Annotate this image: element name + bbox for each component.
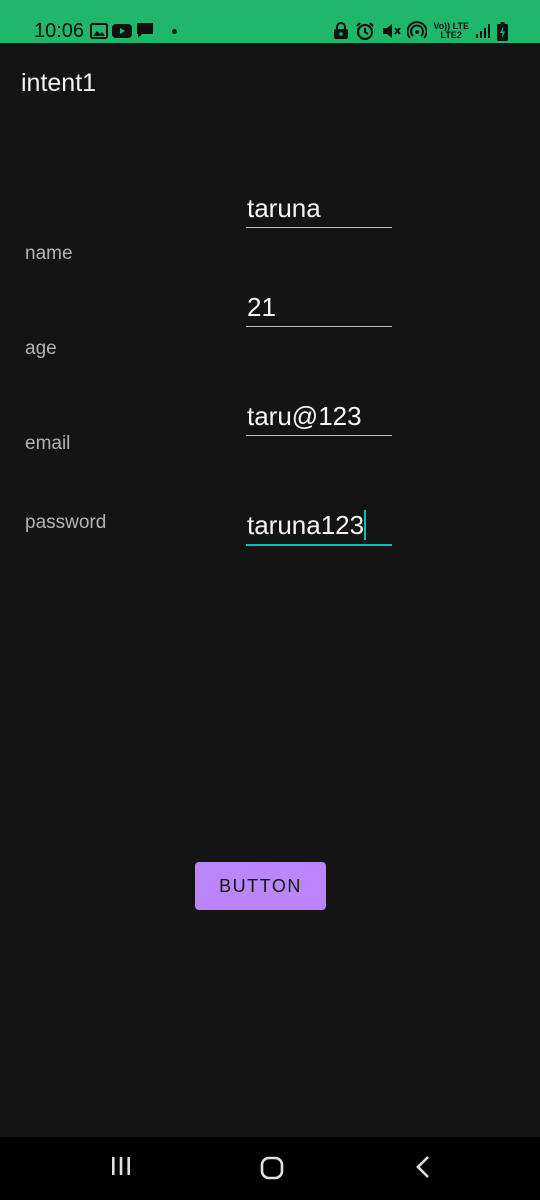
age-label: age: [25, 338, 57, 359]
email-field[interactable]: taru@123: [246, 395, 392, 436]
text-caret: [364, 510, 367, 540]
youtube-icon: [112, 24, 132, 38]
submit-button[interactable]: BUTTON: [195, 862, 326, 910]
email-label: email: [25, 433, 71, 454]
password-field-value-wrap: taruna123: [247, 510, 367, 540]
mute-icon: [383, 24, 402, 38]
battery-charging-icon: [497, 21, 508, 41]
status-left-icons: [90, 20, 177, 42]
age-field-value: 21: [247, 292, 276, 322]
hotspot-icon: [407, 21, 428, 39]
app-title: intent1: [21, 69, 97, 97]
name-field[interactable]: taruna: [246, 187, 392, 228]
password-label: password: [25, 512, 107, 533]
gallery-icon: [90, 23, 108, 39]
status-right-icons: Vo)) LTE LTE2: [333, 20, 508, 42]
alarm-icon: [356, 22, 375, 41]
lte2-label: LTE2: [440, 30, 462, 40]
name-label: name: [25, 243, 73, 264]
name-field-value: taruna: [247, 193, 321, 223]
home-icon[interactable]: [259, 1155, 285, 1181]
lock-icon: [334, 22, 349, 39]
chat-icon: [137, 23, 153, 38]
email-field-value: taru@123: [247, 401, 362, 431]
password-field-value: taruna123: [247, 510, 365, 540]
volte-lte-icon: Vo)) LTE LTE2: [433, 22, 469, 40]
back-icon[interactable]: [413, 1155, 435, 1179]
signal-icon: [476, 24, 490, 38]
status-bar: 10:06 Vo)) LTE LTE2: [0, 0, 540, 43]
password-field[interactable]: taruna123: [246, 504, 392, 546]
status-time: 10:06: [34, 20, 85, 42]
nav-bar: [0, 1137, 540, 1200]
notification-dot: [172, 28, 177, 34]
age-field[interactable]: 21: [246, 286, 392, 327]
recent-apps-icon[interactable]: [110, 1155, 132, 1177]
